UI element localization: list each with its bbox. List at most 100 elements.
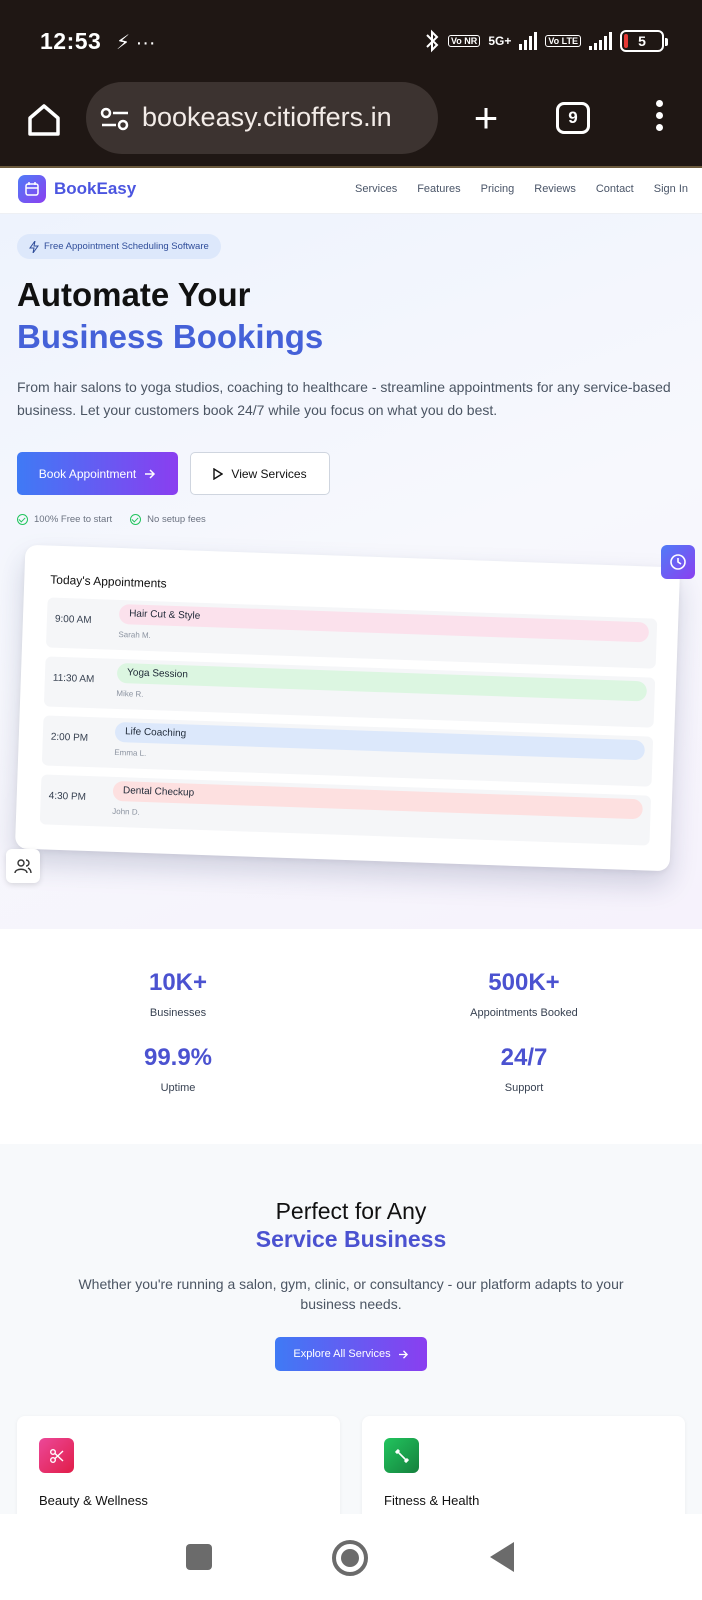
signal-icon-2 — [589, 32, 612, 50]
appointment-bar — [114, 721, 646, 761]
dumbbell-icon — [384, 1438, 419, 1473]
home-icon — [28, 104, 60, 136]
site-settings-icon[interactable] — [100, 106, 130, 132]
signal-icon — [519, 32, 538, 50]
stat-value: 24/7 — [500, 1044, 548, 1071]
nav-services[interactable]: Services — [355, 183, 397, 195]
bluetooth-icon — [426, 29, 439, 53]
clock-icon — [670, 554, 686, 570]
volte-chip-2: Vo LTE — [545, 35, 581, 47]
stat-label: Businesses — [149, 1007, 207, 1019]
brand-name[interactable]: BookEasy — [54, 179, 136, 199]
status-right-icons: Vo NR 5G+ Vo LTE 5 — [424, 28, 668, 54]
notification-icons: ⚡ ··· — [116, 32, 156, 54]
nav-sign-in[interactable]: Sign In — [654, 183, 688, 195]
address-bar[interactable]: bookeasy.citioffers.in — [86, 82, 438, 154]
recents-button[interactable] — [186, 1544, 212, 1570]
play-icon — [213, 467, 224, 480]
stat-value: 99.9% — [143, 1044, 213, 1071]
appointment-time: 9:00 AM — [54, 613, 92, 627]
view-services-button[interactable]: View Services — [190, 452, 330, 495]
nav-contact[interactable]: Contact — [596, 183, 634, 195]
book-appointment-label: Book Appointment — [38, 466, 137, 481]
services-description: Whether you're running a salon, gym, cli… — [78, 1276, 624, 1312]
appointment-client: Emma L. — [114, 747, 147, 759]
status-time: 12:53 — [40, 28, 102, 54]
appointment-time: 4:30 PM — [48, 790, 87, 803]
stats-section: 10K+ Businesses 500K+ Appointments Booke… — [0, 929, 702, 1144]
hero-description: From hair salons to yoga studios, coachi… — [17, 379, 671, 418]
services-title-line1: Perfect for Any — [275, 1198, 427, 1224]
stat-appointments: 500K+ Appointments Booked — [424, 969, 624, 1019]
stat-label: Uptime — [160, 1082, 196, 1094]
volte-chip: Vo NR — [447, 35, 481, 47]
stat-label: Appointments Booked — [470, 1007, 578, 1019]
arrow-right-icon — [398, 1349, 408, 1359]
home-button[interactable] — [24, 100, 64, 140]
tab-switcher-button[interactable]: 9 — [556, 102, 590, 134]
hero-section: Free Appointment Scheduling Software Aut… — [0, 214, 702, 929]
users-icon — [14, 859, 32, 874]
appointment-row[interactable]: 4:30 PM Dental Checkup John D. — [39, 774, 652, 846]
stat-support: 24/7 Support — [424, 1044, 624, 1094]
battery-level: 5 — [638, 33, 646, 49]
clock-fab-button[interactable] — [661, 545, 695, 579]
check-item: No setup fees — [130, 514, 206, 525]
hero-badge: Free Appointment Scheduling Software — [17, 234, 221, 259]
hero-title-line1: Automate Your — [17, 276, 251, 313]
network-type: 5G+ — [488, 34, 512, 48]
hero-checks: 100% Free to start No setup fees — [17, 514, 206, 525]
web-page: BookEasy Services Features Pricing Revie… — [0, 168, 702, 1514]
stat-uptime: 99.9% Uptime — [78, 1044, 278, 1094]
appointment-client: Sarah M. — [118, 629, 152, 641]
browser-menu-button[interactable] — [652, 100, 666, 136]
check-item: 100% Free to start — [17, 514, 112, 525]
site-header: BookEasy Services Features Pricing Revie… — [0, 168, 702, 214]
appointment-row[interactable]: 2:00 PM Life Coaching Emma L. — [41, 715, 654, 787]
service-card-fitness[interactable]: Fitness & Health — [362, 1416, 685, 1514]
browser-toolbar: bookeasy.citioffers.in + 9 — [0, 82, 702, 168]
lightning-icon — [29, 240, 39, 253]
view-services-label: View Services — [231, 466, 307, 481]
system-navigation-bar — [0, 1514, 702, 1600]
home-nav-button[interactable] — [332, 1540, 368, 1576]
appointment-time: 2:00 PM — [50, 731, 89, 744]
calendar-logo-icon[interactable] — [18, 175, 46, 203]
nav-links: Services Features Pricing Reviews Contac… — [355, 183, 688, 195]
nav-pricing[interactable]: Pricing — [481, 183, 515, 195]
services-section: Perfect for Any Service Business Whether… — [0, 1144, 702, 1514]
back-button[interactable] — [490, 1542, 514, 1572]
appointments-card-title: Today's Appointments — [50, 572, 167, 591]
appointment-service: Life Coaching — [124, 726, 187, 740]
appointment-bar — [116, 662, 648, 702]
nav-reviews[interactable]: Reviews — [534, 183, 576, 195]
arrow-right-icon — [145, 468, 156, 479]
status-bar: 12:53 ⚡ ··· Vo NR 5G+ Vo LTE 5 — [0, 0, 702, 82]
appointment-client: John D. — [112, 806, 140, 817]
appointment-row[interactable]: 11:30 AM Yoga Session Mike R. — [43, 656, 656, 728]
hero-title-line2: Business Bookings — [17, 318, 324, 355]
explore-services-button[interactable]: Explore All Services — [275, 1337, 427, 1371]
services-title-line2: Service Business — [255, 1226, 447, 1252]
url-text[interactable]: bookeasy.citioffers.in — [142, 102, 392, 133]
service-card-beauty[interactable]: Beauty & Wellness — [17, 1416, 340, 1514]
book-appointment-button[interactable]: Book Appointment — [17, 452, 178, 495]
appointment-row[interactable]: 9:00 AM Hair Cut & Style Sarah M. — [45, 597, 658, 669]
check-circle-icon — [130, 514, 142, 525]
stat-value: 10K+ — [148, 969, 208, 996]
badge-text: Free Appointment Scheduling Software — [44, 241, 209, 252]
users-fab-button[interactable] — [6, 849, 40, 883]
stat-value: 500K+ — [488, 969, 560, 996]
appointment-service: Yoga Session — [126, 667, 189, 681]
nav-features[interactable]: Features — [417, 183, 460, 195]
scissors-icon — [39, 1438, 74, 1473]
new-tab-button[interactable]: + — [466, 97, 506, 139]
explore-services-label: Explore All Services — [293, 1348, 391, 1360]
stat-businesses: 10K+ Businesses — [78, 969, 278, 1019]
battery-icon: 5 — [620, 30, 668, 52]
service-card-title: Beauty & Wellness — [39, 1493, 148, 1508]
service-card-title: Fitness & Health — [384, 1493, 480, 1508]
stat-label: Support — [504, 1082, 544, 1094]
appointment-client: Mike R. — [116, 688, 144, 699]
check-circle-icon — [17, 514, 28, 525]
